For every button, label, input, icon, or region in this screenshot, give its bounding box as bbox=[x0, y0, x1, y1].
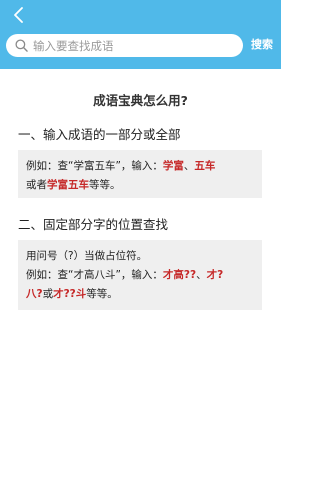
search-bar[interactable] bbox=[6, 34, 243, 57]
section-2-line-2: 例如：查“才高八斗”，输入：才高??、才? bbox=[26, 269, 224, 281]
section-1-line-2: 或者学富五车等等。 bbox=[26, 179, 121, 191]
back-button[interactable] bbox=[8, 4, 30, 26]
chevron-left-icon bbox=[14, 7, 23, 23]
search-button[interactable]: 搜索 bbox=[251, 36, 273, 52]
section-1-box: 例如：查“学富五车”，输入：学富、五车 或者学富五车等等。 bbox=[18, 150, 262, 198]
page-title: 成语宝典怎么用? bbox=[93, 93, 188, 108]
search-input[interactable] bbox=[33, 38, 233, 53]
top-bar: 搜索 bbox=[0, 0, 281, 69]
section-2-heading: 二、固定部分字的位置查找 bbox=[18, 217, 169, 232]
section-1-line-1: 例如：查“学富五车”，输入：学富、五车 bbox=[26, 160, 216, 172]
section-1-heading: 一、输入成语的一部分或全部 bbox=[18, 127, 181, 142]
bottom-area bbox=[0, 472, 281, 500]
section-2-line-3: 八?或才??斗等等。 bbox=[26, 288, 118, 300]
section-2-box: 用问号（?）当做占位符。 例如：查“才高八斗”，输入：才高??、才? 八?或才?… bbox=[18, 240, 262, 310]
section-2-line-1: 用问号（?）当做占位符。 bbox=[26, 250, 148, 262]
search-icon bbox=[15, 39, 28, 52]
